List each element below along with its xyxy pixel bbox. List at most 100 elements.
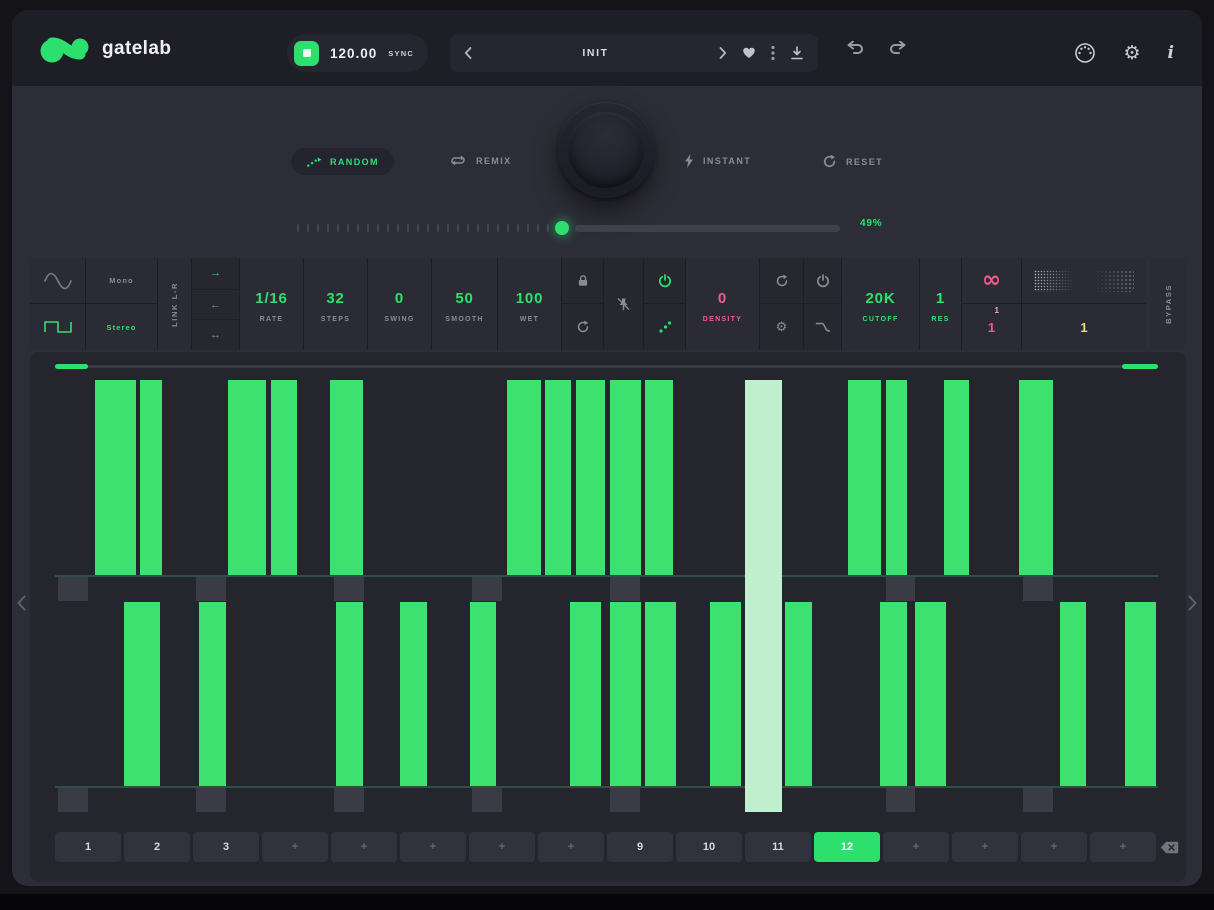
gate-bar[interactable]: [944, 380, 969, 575]
shape-page-button[interactable]: 1 1: [962, 304, 1021, 350]
cutoff-control[interactable]: 20K CUTOFF: [842, 258, 920, 350]
density-control[interactable]: 0 DENSITY: [686, 258, 760, 350]
pattern-button-10[interactable]: 10: [676, 832, 742, 862]
info-button[interactable]: i: [1168, 43, 1174, 63]
sync-label[interactable]: SYNC: [388, 49, 414, 58]
prev-page-chevron[interactable]: [17, 595, 26, 616]
pattern-button-2[interactable]: 2: [124, 832, 190, 862]
undo-button[interactable]: [845, 41, 865, 56]
randomize-amount-handle[interactable]: [555, 221, 569, 235]
gate-bar[interactable]: [228, 380, 266, 575]
gate-bar[interactable]: [140, 380, 162, 575]
pattern-button-11[interactable]: 11: [745, 832, 811, 862]
next-page-chevron[interactable]: [1188, 595, 1197, 616]
gate-stub[interactable]: [58, 788, 88, 812]
gate-bar[interactable]: [545, 380, 571, 575]
gate-bar[interactable]: [710, 602, 741, 786]
sine-wave-button[interactable]: [30, 258, 85, 304]
stop-button[interactable]: [294, 41, 319, 66]
rate-control[interactable]: 1/16 RATE: [240, 258, 304, 350]
gate-stub[interactable]: [1023, 788, 1053, 812]
loop-start-marker[interactable]: [55, 364, 88, 369]
gate-row-right[interactable]: [55, 602, 1158, 788]
gate-bar[interactable]: [576, 380, 606, 575]
shape-infinity-button[interactable]: ∞: [962, 258, 1021, 304]
gate-bar[interactable]: [199, 602, 225, 786]
gate-stub[interactable]: [196, 788, 226, 812]
reset-button[interactable]: RESET: [822, 154, 883, 169]
pattern-button-14[interactable]: +: [952, 832, 1018, 862]
stereo-button[interactable]: Stereo: [86, 304, 157, 350]
noise-texture-b[interactable]: [1088, 270, 1134, 292]
gate-stub[interactable]: [886, 577, 916, 601]
midi-button[interactable]: [1074, 42, 1096, 64]
preset-menu-button[interactable]: [771, 45, 775, 61]
gate-bar[interactable]: [330, 380, 363, 575]
gate-bar[interactable]: [400, 602, 426, 786]
gate-bar[interactable]: [470, 602, 496, 786]
gate-bar[interactable]: [507, 380, 541, 575]
gate-bar[interactable]: [610, 602, 641, 786]
filter-power-button[interactable]: [804, 258, 841, 304]
gate-stub[interactable]: [886, 788, 916, 812]
square-wave-button[interactable]: [30, 304, 85, 350]
gate-bar[interactable]: [95, 380, 136, 575]
gate-stub[interactable]: [472, 788, 502, 812]
pin-off-button[interactable]: [604, 258, 644, 350]
gate-stub[interactable]: [334, 788, 364, 812]
mono-button[interactable]: Mono: [86, 258, 157, 304]
gate-bar[interactable]: [886, 380, 907, 575]
cycle-button[interactable]: [562, 304, 603, 350]
wet-control[interactable]: 100 WET: [498, 258, 562, 350]
remix-button[interactable]: REMIX: [449, 154, 512, 167]
lock-button[interactable]: [562, 258, 603, 304]
gate-bar[interactable]: [785, 602, 811, 786]
gate-bar[interactable]: [336, 602, 362, 786]
density-dots-button[interactable]: [644, 304, 685, 350]
loop-end-marker[interactable]: [1122, 364, 1158, 369]
pattern-button-3[interactable]: 3: [193, 832, 259, 862]
module-settings-button[interactable]: ⚙: [760, 304, 803, 350]
direction-backward-button[interactable]: ←: [192, 289, 239, 320]
pattern-button-8[interactable]: +: [538, 832, 604, 862]
steps-control[interactable]: 32 STEPS: [304, 258, 368, 350]
pattern-button-13[interactable]: +: [883, 832, 949, 862]
preset-name[interactable]: INIT: [487, 47, 704, 59]
swing-control[interactable]: 0 SWING: [368, 258, 432, 350]
pattern-button-6[interactable]: +: [400, 832, 466, 862]
gate-bar[interactable]: [848, 380, 881, 575]
gate-row-left[interactable]: [55, 380, 1158, 577]
direction-forward-button[interactable]: →: [192, 258, 239, 289]
gate-stub[interactable]: [58, 577, 88, 601]
gate-bar[interactable]: [1019, 380, 1053, 575]
gate-bar[interactable]: [880, 602, 906, 786]
gate-stub[interactable]: [472, 577, 502, 601]
favorite-button[interactable]: [742, 47, 756, 59]
pattern-button-5[interactable]: +: [331, 832, 397, 862]
gate-stub[interactable]: [1023, 577, 1053, 601]
pattern-button-1[interactable]: 1: [55, 832, 121, 862]
loop-track[interactable]: [55, 365, 1158, 368]
preset-prev-button[interactable]: [464, 47, 472, 59]
smooth-control[interactable]: 50 SMOOTH: [432, 258, 498, 350]
bpm-display[interactable]: 120.00: [330, 46, 377, 61]
gate-stub[interactable]: [334, 577, 364, 601]
pattern-button-15[interactable]: +: [1021, 832, 1087, 862]
pattern-button-16[interactable]: +: [1090, 832, 1156, 862]
gate-bar[interactable]: [271, 380, 296, 575]
main-knob[interactable]: [558, 102, 654, 198]
pattern-button-9[interactable]: 9: [607, 832, 673, 862]
direction-pingpong-button[interactable]: ↔: [192, 319, 239, 350]
density-power-button[interactable]: [644, 258, 685, 304]
noise-page-button[interactable]: 1: [1022, 304, 1146, 350]
clear-pattern-button[interactable]: [1160, 841, 1179, 859]
noise-texture-a[interactable]: [1034, 270, 1080, 292]
pattern-button-12[interactable]: 12: [814, 832, 880, 862]
gate-bar[interactable]: [1125, 602, 1156, 786]
bypass-toggle[interactable]: BYPASS: [1150, 258, 1186, 350]
settings-button[interactable]: ⚙: [1123, 44, 1140, 63]
gate-stub[interactable]: [196, 577, 226, 601]
gate-bar[interactable]: [124, 602, 159, 786]
randomize-amount-slider[interactable]: [295, 218, 840, 238]
link-lr-toggle[interactable]: LINK L-R: [158, 258, 192, 350]
